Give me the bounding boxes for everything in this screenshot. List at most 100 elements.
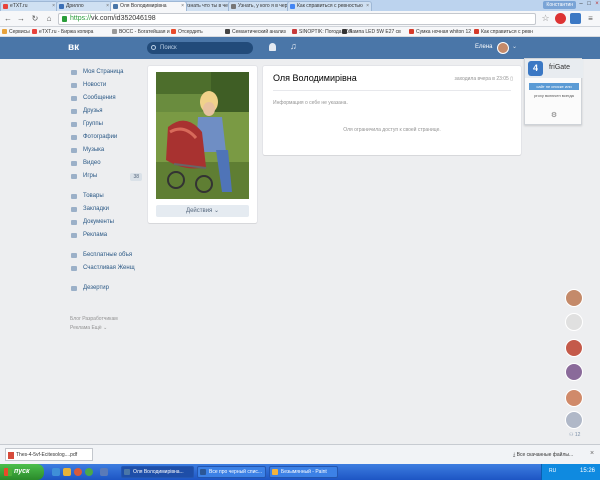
taskbar-window-button[interactable]: Все про черный спис... [197,466,266,478]
menu-item-icon [71,96,77,101]
menu-item[interactable]: Моя Страница [70,66,142,79]
minimize-button[interactable]: – [577,0,585,8]
footer-links-2[interactable]: Реклама Ещё ⌄ [70,324,142,333]
bookmark-item[interactable]: Сервисы [2,28,30,36]
quicklaunch-chrome-icon[interactable] [85,468,93,476]
tab-label: Оля Володимирівна [120,3,167,9]
show-all-downloads-link[interactable]: ⤓ Все скачанные файлы... [513,452,573,458]
close-tab-icon[interactable]: × [106,2,109,11]
menu-item[interactable]: Счастливая Женщ [70,262,142,275]
bookmark-item[interactable]: Лампа LED 5W E27 св [342,28,401,36]
bookmark-item[interactable]: eTXT.ru - Биржа копира [32,28,93,36]
footer-links-1[interactable]: Блог Разработчикам [70,315,142,324]
menu-item[interactable]: Реклама [70,229,142,242]
adblock-extension-icon[interactable] [555,13,566,24]
menu-count-badge: 38 [130,173,142,181]
menu-item[interactable]: Новости [70,79,142,92]
menu-item[interactable]: Музыка [70,144,142,157]
frigate-extension-icon[interactable] [570,13,581,24]
menu-item[interactable]: Друзья [70,105,142,118]
menu-item[interactable]: Видео [70,157,142,170]
menu-item[interactable]: Бесплатные объя [70,249,142,262]
frigate-title: friGate [549,64,571,71]
menu-item[interactable]: Игры 38 [70,170,142,183]
phone-icon: ▯ [510,76,513,82]
close-tab-icon[interactable]: × [181,2,184,11]
menu-item[interactable]: Сообщения [70,92,142,105]
quicklaunch-ie-icon[interactable] [52,468,60,476]
browser-tab[interactable]: eTXT.ru × [0,1,58,11]
chat-avatar[interactable] [565,411,583,429]
bookmark-label: ВОСС - Богатейшая и [119,29,170,35]
profile-info-card: Оля Володимирівна заходила вчера в 23:05… [263,66,521,155]
browser-tab[interactable]: Дрилло × [56,1,112,11]
chevron-down-icon[interactable]: ⌄ [512,43,517,50]
tab-label: Дрилло [66,3,84,9]
chat-avatar[interactable] [565,339,583,357]
vk-logo[interactable]: вк [68,42,88,54]
menu-item-label: Дезертир [83,285,109,291]
menu-item[interactable]: Документы [70,216,142,229]
bookmark-item[interactable]: Сумка ночная whiton 12 [409,28,471,36]
user-avatar[interactable] [497,42,509,54]
user-name[interactable]: Елена [475,44,493,50]
menu-item[interactable]: Закладки [70,203,142,216]
reload-button[interactable]: ↻ [30,14,40,24]
bookmark-item[interactable]: Как справиться с ревн [474,28,533,36]
browser-tab[interactable]: Как справиться с ревностью × [287,1,372,11]
menu-separator [70,183,142,190]
chat-avatar[interactable] [565,363,583,381]
menu-item[interactable]: Фотографии [70,131,142,144]
taskbar-window-button[interactable]: Оля Володимирівна... [121,466,194,478]
quicklaunch-folder-icon[interactable] [63,468,71,476]
bookmark-item[interactable]: Семантический анализ [225,28,286,36]
menu-item-label: Счастливая Женщ [83,265,135,271]
menu-item-label: Игры [83,173,98,179]
taskbar-window-button[interactable]: Безымянный - Paint [269,466,338,478]
bookmark-favicon-icon [409,29,414,34]
notifications-bell-icon[interactable] [269,43,276,51]
bookmark-favicon-icon [32,29,37,34]
profile-photo[interactable] [156,72,249,199]
menu-item[interactable]: Товары [70,190,142,203]
menu-item[interactable]: Группы [70,118,142,131]
quicklaunch-desktop-icon[interactable] [100,468,108,476]
bookmark-favicon-icon [171,29,176,34]
bookmark-star-icon[interactable]: ☆ [540,13,551,24]
close-window-button[interactable]: × [593,0,600,8]
frigate-status-button[interactable]: сайт не списке или [529,83,579,90]
quicklaunch-media-icon[interactable] [74,468,82,476]
start-button[interactable]: пуск [0,464,44,480]
search-input[interactable]: Поиск [147,42,253,54]
windows-logo-icon [4,468,12,476]
close-tab-icon[interactable]: × [366,2,369,11]
start-label: пуск [14,468,30,475]
back-button[interactable]: ← [3,14,13,24]
task-label: Оля Володимирівна... [133,469,184,475]
bookmark-item[interactable]: ВОСС - Богатейшая и [112,28,170,36]
language-indicator[interactable]: RU [549,468,556,474]
tab-label: Как справиться с ревностью [297,3,363,9]
bookmark-item[interactable]: Отсердить [171,28,203,36]
frigate-settings-icon[interactable]: ⚙ [549,111,559,121]
browser-profile-button[interactable]: Константин [543,1,576,9]
maximize-button[interactable]: □ [585,0,593,8]
frigate-logo-icon: 4 [528,61,543,76]
url-input[interactable]: https://vk.com/id352046198 [58,13,536,25]
menu-item[interactable]: Дезертир [70,282,142,295]
music-icon[interactable]: ♫ [290,41,297,51]
menu-icon[interactable]: ≡ [585,13,596,24]
close-downloads-icon[interactable]: × [590,450,594,457]
actions-button[interactable]: Действия ⌄ [156,205,249,217]
menu-item-label: Группы [83,121,103,127]
browser-tab[interactable]: Оля Володимирівна × [110,1,187,11]
menu-item-label: Сообщения [83,95,116,101]
chat-avatar[interactable] [565,389,583,407]
forward-button[interactable]: → [16,14,26,24]
download-item[interactable]: Thes-4-5vf-Ecitesolog....pdf [5,448,93,461]
online-count[interactable]: ⚇ 12 [569,432,580,438]
home-button[interactable]: ⌂ [44,14,54,24]
chat-avatar[interactable] [565,289,583,307]
close-tab-icon[interactable]: × [52,2,55,11]
chat-avatar[interactable] [565,313,583,331]
